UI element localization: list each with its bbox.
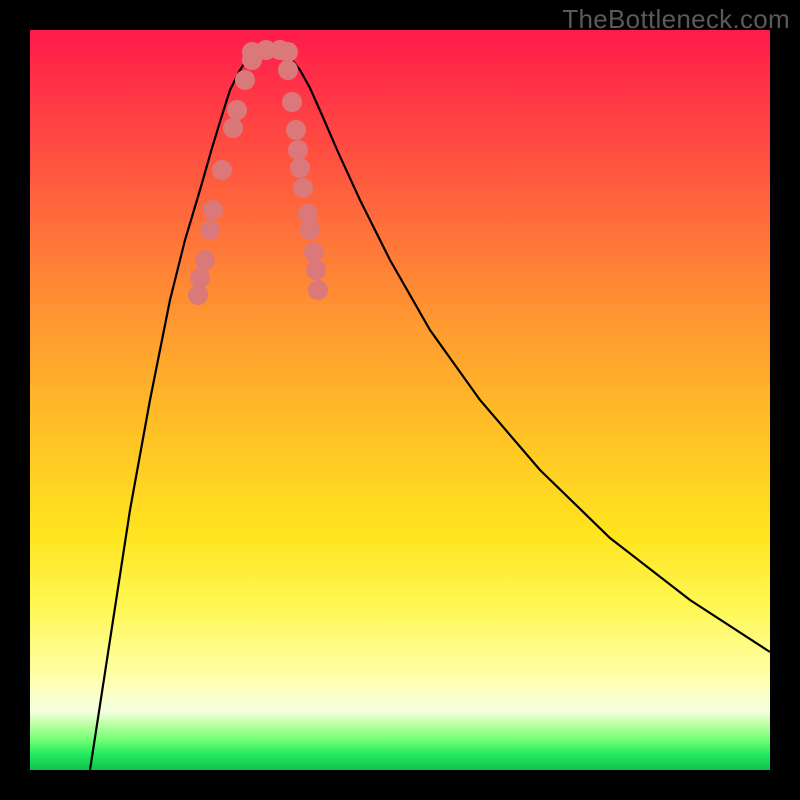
marker-left-4 [203,200,223,220]
marker-right-10 [278,60,298,80]
marker-left-2 [195,250,215,270]
curve-right [285,52,770,652]
marker-right-8 [286,120,306,140]
plot-area [30,30,770,770]
marker-right-1 [306,260,326,280]
marker-left-5 [212,160,232,180]
marker-left-1 [190,268,210,288]
markers-group [188,40,328,305]
marker-right-5 [293,178,313,198]
marker-left-6 [223,118,243,138]
marker-bottom-3 [278,42,298,62]
curve-left [90,52,255,770]
marker-left-3 [200,220,220,240]
marker-right-9 [282,92,302,112]
marker-right-7 [288,140,308,160]
marker-right-0 [308,280,328,300]
marker-left-8 [235,70,255,90]
marker-left-0 [188,285,208,305]
watermark-text: TheBottleneck.com [562,4,790,35]
marker-right-6 [290,158,310,178]
chart-svg [30,30,770,770]
chart-root: TheBottleneck.com [0,0,800,800]
marker-right-4 [298,204,318,224]
marker-right-2 [304,242,324,262]
curve-group [90,50,770,770]
marker-left-7 [227,100,247,120]
